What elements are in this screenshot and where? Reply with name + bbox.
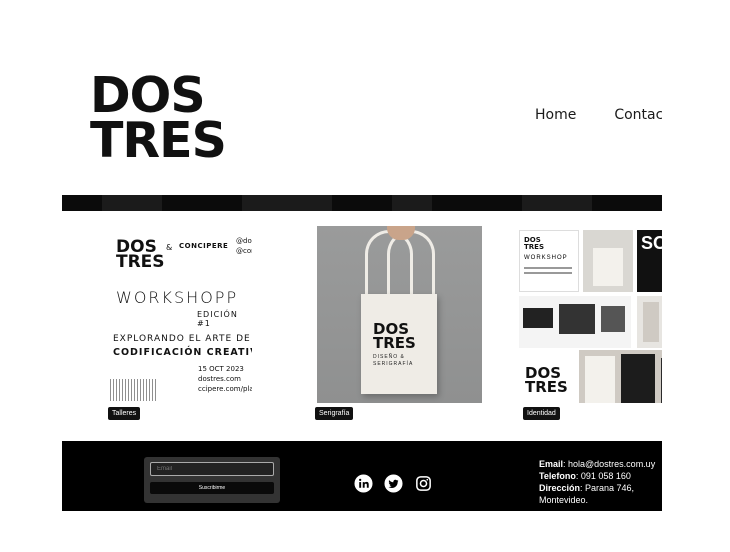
collage-workshop-text: WORKSHOP [524, 255, 568, 261]
flyer-site-1: dostres.com [198, 375, 241, 383]
hero-band [62, 195, 662, 211]
tote-bag-image: DOS TRES DISEÑO & SERIGRAFÍA [361, 294, 437, 394]
collage-tile-web-mockups [519, 296, 631, 348]
social-links [354, 474, 433, 493]
flyer-pattern [110, 379, 158, 401]
tote-logo: DOS TRES [373, 322, 416, 352]
collage-tile-workshop: DOS TRES WORKSHOP [519, 230, 579, 292]
collage-tile-shirts [579, 350, 662, 403]
flyer-ampersand: & [166, 243, 173, 252]
twitter-icon[interactable] [384, 474, 403, 493]
gallery-card-identidad[interactable]: DOS TRES WORKSHOP SO DOS TRES [519, 226, 662, 403]
site-logo[interactable]: DOS TRES [90, 71, 250, 169]
email-input[interactable] [150, 462, 274, 476]
tag-identidad[interactable]: Identidad [523, 407, 560, 420]
collage-mini-logo: DOS TRES [524, 237, 544, 251]
page: DOS TRES Home Contacto DOS TRES & CONCIP… [0, 0, 730, 552]
collage-tile-logo: DOS TRES [519, 350, 575, 403]
flyer-edition: EDICIÓN #1 [197, 310, 238, 328]
newsletter-form: Suscribirme [144, 457, 280, 503]
contact-phone-value: : 091 058 160 [575, 471, 631, 481]
flyer-handle-1: @dostres.uy [236, 237, 252, 245]
main-nav: Home Contacto [535, 107, 662, 123]
instagram-icon[interactable] [414, 474, 433, 493]
contact-email-value[interactable]: : hola@dostres.com.uy [563, 459, 655, 469]
contact-email-label: Email [539, 459, 564, 469]
flyer-subtitle-1: EXPLORANDO EL ARTE DE LA [113, 334, 252, 344]
contact-city: Montevideo. [539, 495, 589, 505]
flyer-site-2: ccipere.com/playground [198, 385, 252, 393]
tag-serigrafia[interactable]: Serigrafía [315, 407, 354, 420]
flyer-info: 15 OCT 2023 dostres.com ccipere.com/play… [198, 364, 252, 394]
contact-phone: Telefono: 091 058 160 [539, 470, 655, 482]
flyer-logo: DOS TRES [116, 239, 165, 272]
flyer-handles: @dostres.uy @concipere [236, 236, 252, 256]
collage-tile-totebag [583, 230, 633, 292]
collage-tile-merch [637, 296, 662, 348]
nav-home-link[interactable]: Home [535, 107, 576, 123]
contact-address-label: Dirección [539, 483, 581, 493]
nav-contacto-link[interactable]: Contacto [614, 107, 662, 123]
contact-email: Email: hola@dostres.com.uy [539, 458, 655, 470]
gallery-card-talleres[interactable]: DOS TRES & CONCIPERE @dostres.uy @concip… [62, 226, 252, 403]
site-viewport: DOS TRES Home Contacto DOS TRES & CONCIP… [62, 0, 662, 552]
collage-line [524, 272, 572, 274]
tote-sub-1: DISEÑO & [373, 354, 405, 360]
collage-logo-line-2: TRES [525, 378, 568, 396]
flyer-date: 15 OCT 2023 [198, 365, 244, 373]
subscribe-button[interactable]: Suscribirme [150, 482, 274, 494]
flyer-title: WORKSHOPP [116, 288, 239, 307]
site-footer: Suscribirme [62, 441, 662, 511]
collage-tile-poster: SO [637, 230, 662, 292]
flyer-handle-2: @concipere [236, 247, 252, 255]
contact-address: Dirección: Parana 746, [539, 482, 655, 494]
tote-logo-line-2: TRES [373, 334, 416, 352]
gallery-card-serigrafia[interactable]: DOS TRES DISEÑO & SERIGRAFÍA [317, 226, 482, 403]
contact-info: Email: hola@dostres.com.uy Telefono: 091… [539, 458, 655, 506]
collage-line [524, 267, 572, 269]
collage-mini-logo-2: TRES [524, 243, 544, 251]
flyer-logo-line-2: TRES [116, 252, 165, 272]
tag-talleres[interactable]: Talleres [108, 407, 141, 420]
linkedin-icon[interactable] [354, 474, 373, 493]
tote-sub-2: SERIGRAFÍA [373, 361, 414, 367]
contact-address-value: : Parana 746, [580, 483, 635, 493]
logo-line-2: TRES [90, 112, 227, 169]
flyer-partner-logo: CONCIPERE [179, 242, 229, 250]
contact-phone-label: Telefono [539, 471, 576, 481]
flyer-subtitle-2: CODIFICACIÓN CREATIVA [113, 347, 252, 358]
tote-subtitle: DISEÑO & SERIGRAFÍA [373, 354, 413, 368]
